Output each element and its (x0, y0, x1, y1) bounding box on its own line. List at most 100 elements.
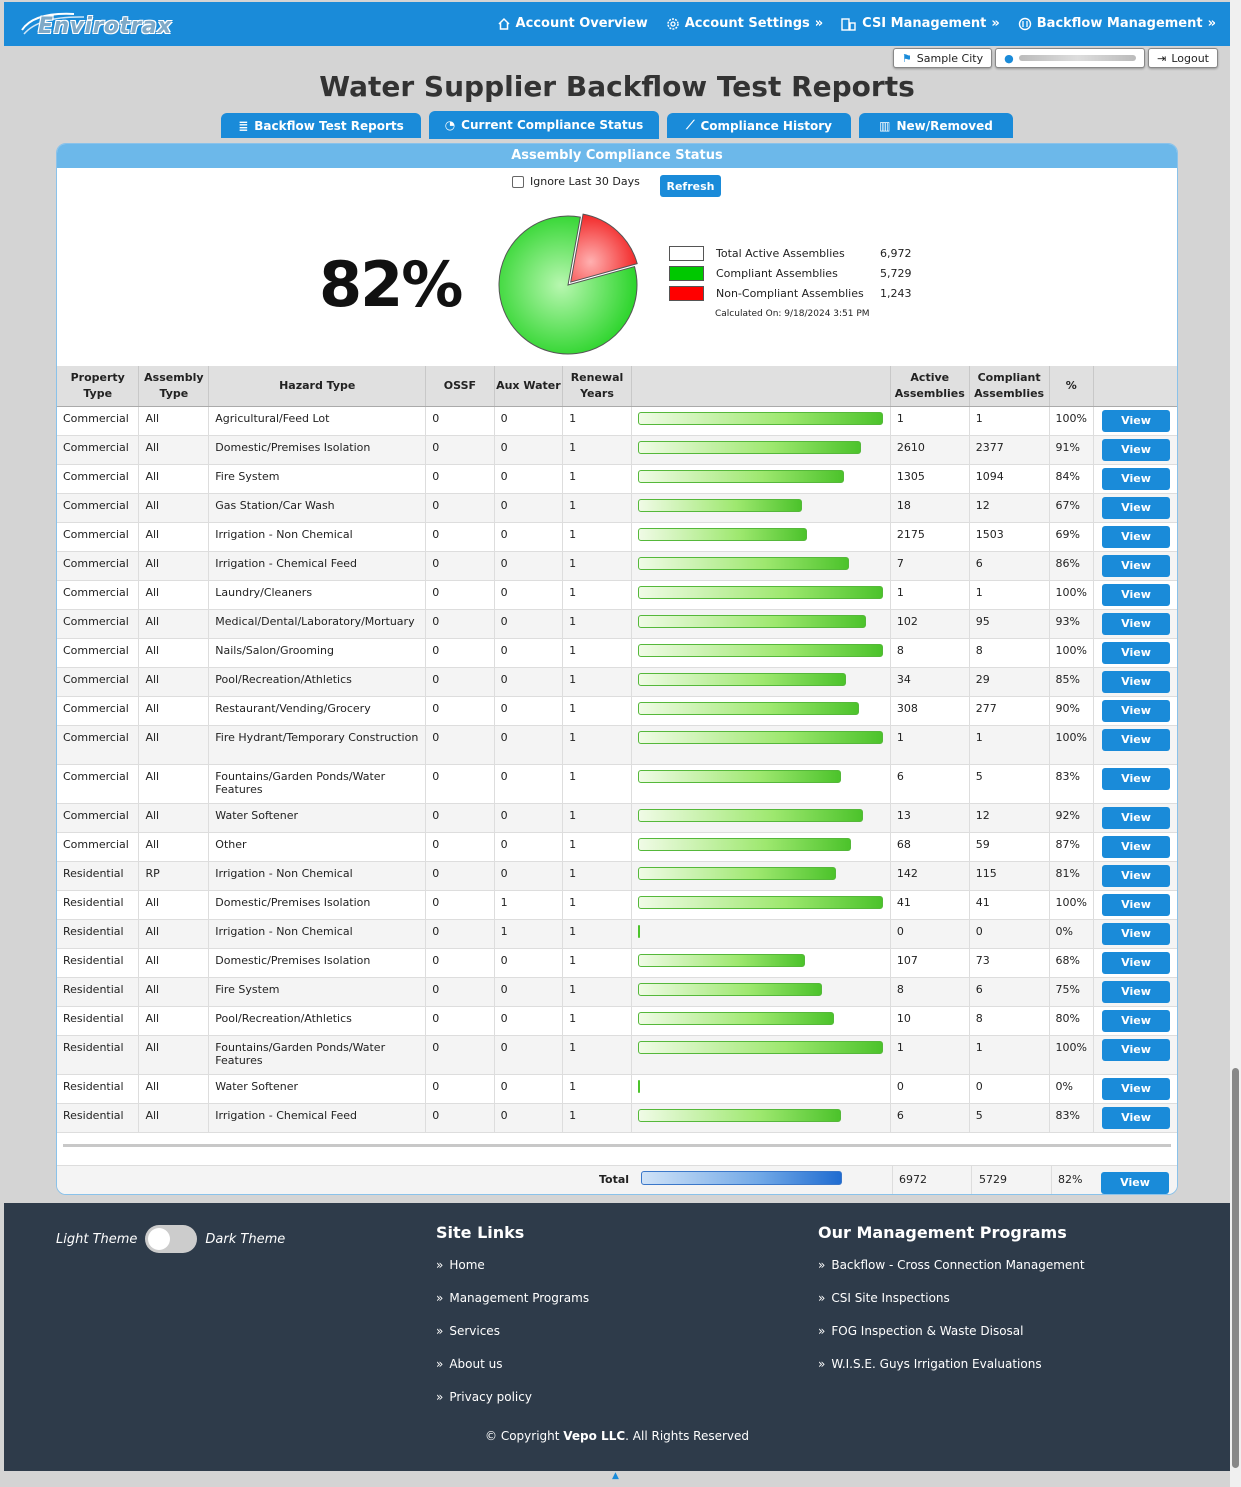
compliance-progress-bar (637, 982, 822, 996)
cell-renew: 1 (562, 890, 632, 920)
footer-link-label: Services (449, 1324, 500, 1338)
cell-progress (631, 919, 891, 949)
cell-asm: All (138, 1074, 210, 1104)
scrollbar[interactable] (1230, 0, 1241, 1487)
footer-link[interactable]: » CSI Site Inspections (818, 1291, 1085, 1324)
view-button[interactable]: View (1102, 767, 1170, 790)
cell-ossf: 0 (425, 919, 495, 949)
tab-backflow-test-reports[interactable]: ≣ Backflow Test Reports (221, 113, 421, 138)
cell-action: View (1093, 803, 1177, 833)
footer-link[interactable]: » W.I.S.E. Guys Irrigation Evaluations (818, 1357, 1085, 1390)
cell-active: 0 (890, 919, 970, 949)
scrollbar-thumb[interactable] (1232, 1068, 1239, 1468)
view-button[interactable]: View (1102, 467, 1170, 490)
cell-progress (631, 1006, 891, 1036)
cell-hazard: Other (208, 832, 427, 862)
cell-renew: 1 (562, 1035, 632, 1075)
cell-aux: 0 (494, 1035, 564, 1075)
view-button[interactable]: View (1102, 806, 1170, 829)
logout-button[interactable]: ⇥ Logout (1148, 48, 1218, 68)
table-row: Commercial All Nails/Salon/Grooming 0 0 1 8 8 10… (57, 638, 1177, 668)
column-header: Active Assemblies (890, 366, 970, 407)
footer-link-label: Management Programs (449, 1291, 590, 1305)
cell-aux: 0 (494, 493, 564, 523)
cell-renew: 1 (562, 667, 632, 697)
compliance-progress-bar (637, 924, 640, 938)
cell-action: View (1093, 580, 1177, 610)
compliance-progress-bar (637, 556, 849, 570)
nav-account-settings[interactable]: Account Settings » (666, 16, 823, 31)
tab-compliance-history[interactable]: ⟋ Compliance History (667, 113, 851, 138)
view-button[interactable]: View (1102, 1038, 1170, 1061)
view-button[interactable]: View (1102, 641, 1170, 664)
cell-hazard: Medical/Dental/Laboratory/Mortuary (208, 609, 427, 639)
cell-ossf: 0 (425, 464, 495, 494)
cell-ossf: 0 (425, 1035, 495, 1075)
cell-prop: Commercial (57, 522, 140, 552)
nav-backflow-management[interactable]: Backflow Management » (1018, 16, 1216, 31)
view-button[interactable]: View (1102, 409, 1170, 432)
view-button[interactable]: View (1102, 1077, 1170, 1100)
cell-progress (631, 861, 891, 891)
cell-progress (631, 764, 891, 804)
copyright-company[interactable]: Vepo LLC (563, 1429, 625, 1443)
view-button[interactable]: View (1102, 864, 1170, 887)
view-button[interactable]: View (1102, 951, 1170, 974)
footer-link[interactable]: » Home (436, 1258, 589, 1291)
view-button[interactable]: View (1102, 980, 1170, 1003)
cell-hazard: Irrigation - Non Chemical (208, 522, 427, 552)
cell-pct: 84% (1049, 464, 1095, 494)
view-button[interactable]: View (1102, 835, 1170, 858)
view-button[interactable]: View (1102, 496, 1170, 519)
view-button[interactable]: View (1102, 525, 1170, 548)
view-button[interactable]: View (1102, 583, 1170, 606)
footer-link[interactable]: » FOG Inspection & Waste Disosal (818, 1324, 1085, 1357)
tab-new-removed[interactable]: ▥ New/Removed (859, 113, 1013, 138)
compliance-progress-bar (637, 953, 805, 967)
cell-ossf: 0 (425, 725, 495, 765)
cell-active: 107 (890, 948, 970, 978)
footer-link[interactable]: » Privacy policy (436, 1390, 589, 1423)
col-separator (971, 1166, 972, 1194)
scroll-top-icon[interactable]: ▲ (612, 1471, 619, 1481)
cell-active: 102 (890, 609, 970, 639)
total-view-button[interactable]: View (1101, 1172, 1169, 1194)
theme-toggle[interactable] (145, 1225, 198, 1253)
city-button[interactable]: ⚑ Sample City (892, 48, 993, 68)
cell-prop: Residential (57, 977, 140, 1007)
view-button[interactable]: View (1102, 612, 1170, 635)
view-button[interactable]: View (1102, 438, 1170, 461)
nav-account-overview[interactable]: Account Overview (497, 16, 648, 31)
cell-progress (631, 609, 891, 639)
view-button[interactable]: View (1102, 893, 1170, 916)
view-button[interactable]: View (1102, 922, 1170, 945)
view-button[interactable]: View (1102, 554, 1170, 577)
footer-link[interactable]: » Backflow - Cross Connection Management (818, 1258, 1085, 1291)
view-button[interactable]: View (1102, 1009, 1170, 1032)
footer-link[interactable]: » Management Programs (436, 1291, 589, 1324)
view-button[interactable]: View (1102, 1106, 1170, 1129)
view-button[interactable]: View (1102, 699, 1170, 722)
cell-pct: 80% (1049, 1006, 1095, 1036)
cell-progress (631, 696, 891, 726)
view-button[interactable]: View (1102, 728, 1170, 751)
cell-renew: 1 (562, 1006, 632, 1036)
cell-comp: 1 (969, 1035, 1050, 1075)
nav-csi-management[interactable]: CSI Management » (841, 16, 1000, 31)
cell-renew: 1 (562, 919, 632, 949)
cell-pct: 100% (1049, 406, 1095, 436)
view-button[interactable]: View (1102, 670, 1170, 693)
footer-link[interactable]: » Services (436, 1324, 589, 1357)
cell-comp: 73 (969, 948, 1050, 978)
ignore-last-30-days-checkbox[interactable] (512, 175, 524, 188)
footer-link[interactable]: » About us (436, 1357, 589, 1390)
tab-current-compliance-status[interactable]: ◔ Current Compliance Status (429, 111, 659, 139)
envirotrax-logo[interactable]: Envirotrax (14, 8, 189, 42)
cell-progress (631, 464, 891, 494)
refresh-button[interactable]: Refresh (660, 175, 721, 197)
user-button[interactable]: ● (995, 48, 1146, 68)
total-active: 6972 (899, 1173, 927, 1186)
cell-asm: RP (138, 861, 210, 891)
cell-ossf: 0 (425, 832, 495, 862)
cell-hazard: Water Softener (208, 1074, 427, 1104)
